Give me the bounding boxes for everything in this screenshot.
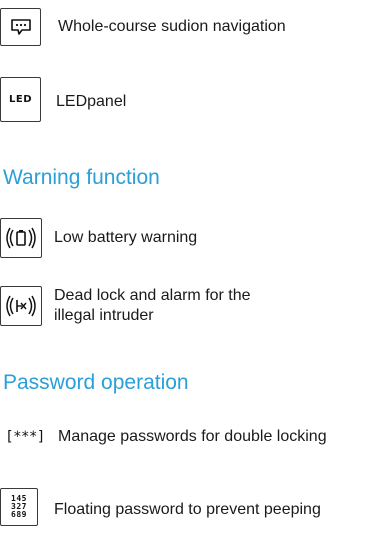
password-stars-icon: [***] xyxy=(0,419,50,455)
feature-label-manage-passwords: Manage passwords for double locking xyxy=(58,428,327,445)
keypad-digits-icon: 145 327 689 xyxy=(0,488,38,526)
led-icon-text: LED xyxy=(8,94,32,105)
section-title-warning: Warning function xyxy=(3,166,160,189)
feature-label-floating-password: Floating password to prevent peeping xyxy=(54,501,321,518)
chat-bubble-icon xyxy=(0,8,41,46)
feature-label-navigation: Whole-course sudion navigation xyxy=(58,18,286,35)
feature-label-dead-lock-line2: illegal intruder xyxy=(54,307,154,324)
feature-label-dead-lock-line1: Dead lock and alarm for the xyxy=(54,287,251,304)
battery-signal-icon xyxy=(0,218,42,258)
password-stars-text: [***] xyxy=(5,429,45,445)
feature-label-low-battery: Low battery warning xyxy=(54,229,198,246)
led-icon: LED xyxy=(0,77,41,122)
keypad-digits-row3: 689 xyxy=(11,510,27,519)
alarm-intruder-icon xyxy=(0,286,42,326)
section-title-password: Password operation xyxy=(3,371,189,394)
feature-label-led-panel: LEDpanel xyxy=(56,93,127,110)
